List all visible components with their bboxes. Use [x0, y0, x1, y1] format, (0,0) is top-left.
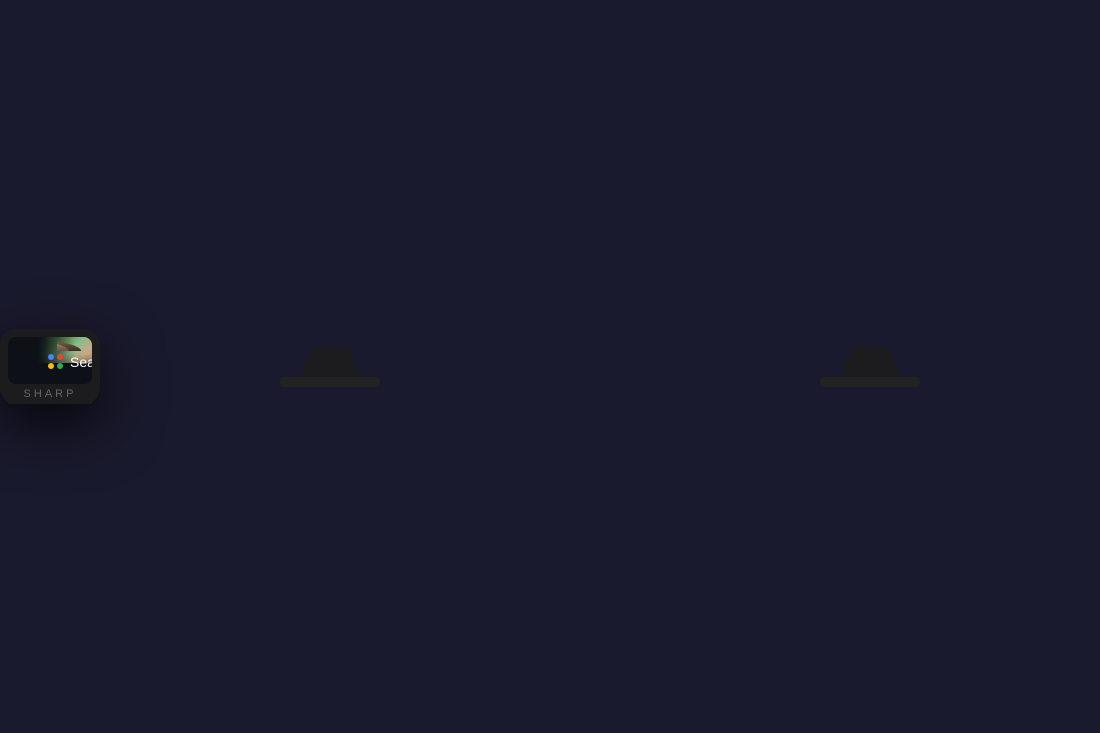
tv-screen: Search Home Shop Discover Apps 🔔 2 ⚙ 👤 2…	[8, 337, 92, 384]
tv-bezel-bottom: SHARP	[8, 384, 92, 404]
stand-leg-left	[300, 347, 360, 377]
stand-leg-right	[840, 347, 900, 377]
navigation: Search Home Shop Discover Apps 🔔 2 ⚙ 👤 2…	[8, 337, 92, 384]
foot-left	[280, 377, 380, 387]
tv-outer: Search Home Shop Discover Apps 🔔 2 ⚙ 👤 2…	[0, 329, 100, 404]
foot-right	[820, 377, 920, 387]
tv-brand: SHARP	[24, 388, 77, 400]
stand-foot	[100, 377, 1100, 387]
tv-stand-container	[100, 347, 1100, 387]
tv-stand	[100, 347, 1100, 377]
search-label: Search	[70, 354, 92, 370]
search-nav-item[interactable]: Search	[38, 348, 92, 376]
google-logo-icon	[48, 354, 64, 370]
